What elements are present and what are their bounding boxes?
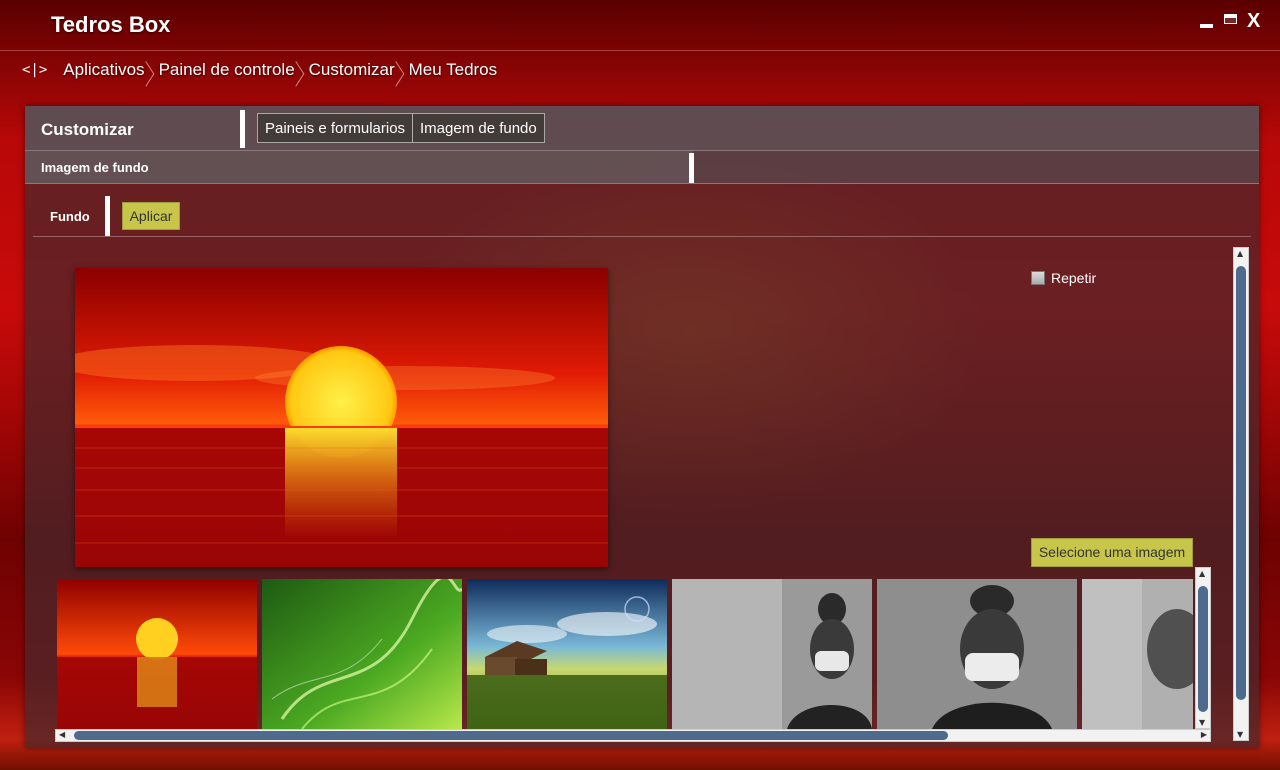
app-title: Tedros Box xyxy=(51,12,171,37)
breadcrumb-separator-icon xyxy=(398,58,407,82)
masked-girl-graphic-1 xyxy=(672,579,872,729)
sunset-sea-thumbnail[interactable] xyxy=(57,579,257,729)
maximize-icon[interactable] xyxy=(1224,14,1237,24)
sub-header: Imagem de fundo xyxy=(25,151,1259,184)
panel-title: Customizar xyxy=(41,120,134,139)
scroll-right-icon[interactable]: ▶ xyxy=(1201,730,1207,739)
breadcrumb-separator-icon xyxy=(148,58,157,82)
sunset-preview-graphic xyxy=(75,268,608,567)
house-field-thumbnail[interactable] xyxy=(467,579,667,729)
masked-girl-graphic-3 xyxy=(1082,579,1193,729)
content-vertical-scrollbar[interactable]: ▲ ▼ xyxy=(1233,247,1249,741)
header-divider xyxy=(240,110,245,148)
sub-header-divider xyxy=(689,153,694,183)
thumbnail-horizontal-scrollbar[interactable]: ◀ ▶ xyxy=(55,729,1211,742)
breadcrumb-item-aplicativos[interactable]: Aplicativos xyxy=(63,60,144,80)
house-field-graphic xyxy=(467,579,667,729)
green-abstract-thumbnail[interactable] xyxy=(262,579,462,729)
scrollbar-thumb[interactable] xyxy=(1198,586,1208,712)
breadcrumb: <|> Aplicativos Painel de controle Custo… xyxy=(18,56,497,84)
scroll-down-icon[interactable]: ▼ xyxy=(1199,718,1205,727)
repeat-label: Repetir xyxy=(1051,270,1097,286)
masked-girl-graphic-2 xyxy=(877,579,1077,729)
scrollbar-thumb[interactable] xyxy=(74,731,948,740)
section-label: Fundo xyxy=(50,209,90,224)
apply-button[interactable]: Aplicar xyxy=(122,202,180,230)
panel-header: Customizar Paineis e formularios Imagem … xyxy=(25,106,1259,151)
masked-girl-thumbnail-3[interactable] xyxy=(1082,579,1193,729)
form-toolbar: Fundo Aplicar xyxy=(33,196,1251,237)
scroll-up-icon[interactable]: ▲ xyxy=(1199,569,1205,578)
thumbnail-vertical-scrollbar[interactable]: ▲ ▼ xyxy=(1195,567,1211,729)
repeat-option[interactable]: Repetir xyxy=(1031,270,1096,286)
minimize-icon[interactable] xyxy=(1200,24,1213,28)
title-bar: Tedros Box X xyxy=(0,0,1280,51)
breadcrumb-item-meu-tedros[interactable]: Meu Tedros xyxy=(409,60,498,80)
scrollbar-thumb[interactable] xyxy=(1236,266,1246,700)
scroll-down-icon[interactable]: ▼ xyxy=(1237,730,1243,739)
customize-panel: Customizar Paineis e formularios Imagem … xyxy=(25,106,1259,748)
breadcrumb-separator-icon xyxy=(298,58,307,82)
tab-paineis-e-formularios[interactable]: Paineis e formularios xyxy=(257,113,414,143)
back-toggle-icon[interactable]: <|> xyxy=(18,60,51,80)
green-abstract-graphic xyxy=(262,579,462,729)
masked-girl-thumbnail-2[interactable] xyxy=(877,579,1077,729)
scroll-up-icon[interactable]: ▲ xyxy=(1237,249,1243,258)
masked-girl-thumbnail-1[interactable] xyxy=(672,579,872,729)
toolbar-divider xyxy=(105,196,110,236)
background-form: Fundo Aplicar Repetir Selecione uma imag… xyxy=(33,196,1251,742)
tab-imagem-de-fundo[interactable]: Imagem de fundo xyxy=(412,113,545,143)
thumbnail-strip xyxy=(57,579,1193,729)
scroll-left-icon[interactable]: ◀ xyxy=(59,730,65,739)
sub-header-title: Imagem de fundo xyxy=(41,160,149,175)
select-image-button[interactable]: Selecione uma imagem xyxy=(1031,538,1193,567)
repeat-checkbox[interactable] xyxy=(1031,271,1045,285)
sunset-thumbnail-graphic xyxy=(57,579,257,729)
breadcrumb-item-customizar[interactable]: Customizar xyxy=(309,60,395,80)
close-button[interactable]: X xyxy=(1247,10,1260,33)
background-preview-image xyxy=(75,268,608,567)
breadcrumb-item-painel-de-controle[interactable]: Painel de controle xyxy=(159,60,295,80)
